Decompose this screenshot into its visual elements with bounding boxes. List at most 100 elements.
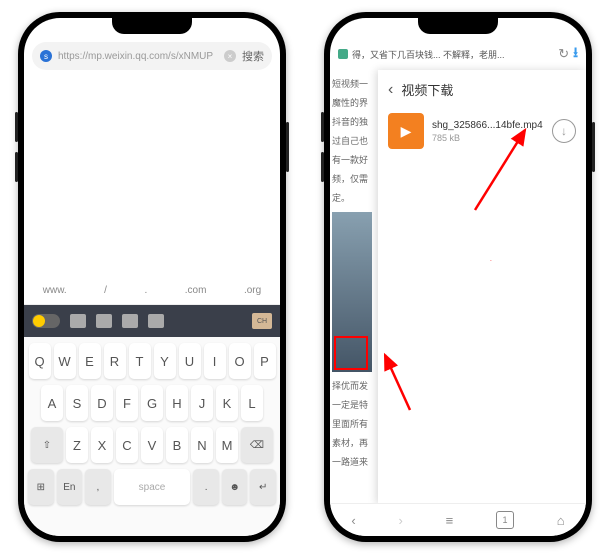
- article-line: 素材，再: [332, 435, 376, 451]
- url-text: https://mp.weixin.qq.com/s/xNMUP: [58, 51, 224, 62]
- key-m[interactable]: M: [216, 427, 238, 463]
- article-line: 有一款好: [332, 152, 376, 168]
- file-size: 785 kB: [432, 133, 544, 143]
- tool-icon[interactable]: [70, 314, 86, 328]
- article-line: 短视频一: [332, 76, 376, 92]
- sugg-item[interactable]: .com: [185, 285, 207, 296]
- key-w[interactable]: W: [54, 343, 76, 379]
- keyboard: www. / . .com .org CH QWERTYUIOP ASDFGHJ…: [24, 276, 280, 536]
- vol-down: [321, 152, 324, 182]
- refresh-icon[interactable]: ↻: [558, 46, 569, 62]
- keyboard-toolbar: CH: [24, 305, 280, 337]
- article-line: 一路道来: [332, 454, 376, 470]
- sugg-item[interactable]: www.: [43, 285, 67, 296]
- article-line: 魔性的界: [332, 95, 376, 111]
- key-d[interactable]: D: [91, 385, 113, 421]
- sugg-item[interactable]: .: [144, 285, 147, 296]
- key-j[interactable]: J: [191, 385, 213, 421]
- article-line: 定。: [332, 190, 376, 206]
- article-image: [332, 212, 372, 372]
- back-icon[interactable]: ‹: [388, 81, 393, 99]
- download-button[interactable]: ↓: [552, 119, 576, 143]
- notch: [112, 18, 192, 34]
- lang-badge[interactable]: CH: [252, 313, 272, 329]
- key-i[interactable]: I: [204, 343, 226, 379]
- key-k[interactable]: K: [216, 385, 238, 421]
- content-area: 短视频一魔性的界抖音的独过自己也有一款好频，仅需定。 择优而发一定是特里面所有素…: [330, 70, 586, 504]
- key-f[interactable]: F: [116, 385, 138, 421]
- key-p[interactable]: P: [254, 343, 276, 379]
- nav-back-icon[interactable]: ‹: [351, 513, 355, 528]
- shift-key[interactable]: ⇧: [31, 427, 63, 463]
- video-thumb-icon: ▶: [388, 113, 424, 149]
- nav-menu-icon[interactable]: ≡: [446, 513, 454, 528]
- download-icon[interactable]: ⭳: [573, 42, 578, 66]
- key-x[interactable]: X: [91, 427, 113, 463]
- period-key[interactable]: .: [193, 469, 219, 505]
- phone-left: s https://mp.weixin.qq.com/s/xNMUP × 搜索 …: [18, 12, 286, 542]
- power-button: [286, 122, 289, 172]
- enter-key[interactable]: ↵: [250, 469, 276, 505]
- panel-header: ‹ 视频下载: [388, 80, 576, 99]
- space-key[interactable]: space: [114, 469, 191, 505]
- key-y[interactable]: Y: [154, 343, 176, 379]
- download-panel: ‹ 视频下载 ▶ shg_325866...14bfe.mp4 785 kB ↓: [378, 70, 586, 504]
- key-e[interactable]: E: [79, 343, 101, 379]
- toggle-icon[interactable]: [32, 314, 60, 328]
- sugg-item[interactable]: /: [104, 285, 107, 296]
- key-o[interactable]: O: [229, 343, 251, 379]
- tab-bar: 得，又省下几百块钱... 不解释，老朋... ↻ ⭳: [338, 42, 578, 66]
- key-t[interactable]: T: [129, 343, 151, 379]
- vol-up: [15, 112, 18, 142]
- key-c[interactable]: C: [116, 427, 138, 463]
- article-line: 频，仅需: [332, 171, 376, 187]
- backspace-key[interactable]: ⌫: [241, 427, 273, 463]
- tool-icon[interactable]: [96, 314, 112, 328]
- key-h[interactable]: H: [166, 385, 188, 421]
- key-s[interactable]: S: [66, 385, 88, 421]
- article-preview: 短视频一魔性的界抖音的独过自己也有一款好频，仅需定。 择优而发一定是特里面所有素…: [330, 70, 378, 504]
- file-info: shg_325866...14bfe.mp4 785 kB: [432, 120, 544, 143]
- key-g[interactable]: G: [141, 385, 163, 421]
- nav-fwd-icon[interactable]: ›: [398, 513, 402, 528]
- sugg-item[interactable]: .org: [244, 285, 261, 296]
- key-v[interactable]: V: [141, 427, 163, 463]
- bottom-nav: ‹ › ≡ 1 ⌂: [330, 503, 586, 536]
- key-u[interactable]: U: [179, 343, 201, 379]
- lang-key[interactable]: En: [57, 469, 83, 505]
- ssl-icon: s: [40, 50, 52, 62]
- panel-title: 视频下载: [401, 80, 453, 99]
- nav-tabs-icon[interactable]: 1: [496, 511, 514, 529]
- nav-home-icon[interactable]: ⌂: [557, 513, 565, 528]
- emoji-key[interactable]: ☻: [222, 469, 248, 505]
- key-q[interactable]: Q: [29, 343, 51, 379]
- phone-right: 得，又省下几百块钱... 不解释，老朋... ↻ ⭳ 短视频一魔性的界抖音的独过…: [324, 12, 592, 542]
- article-line: 择优而发: [332, 378, 376, 394]
- article-line: 抖音的独: [332, 114, 376, 130]
- key-z[interactable]: Z: [66, 427, 88, 463]
- notch: [418, 18, 498, 34]
- clear-icon[interactable]: ×: [224, 50, 236, 62]
- symbol-key[interactable]: ⊞: [28, 469, 54, 505]
- key-b[interactable]: B: [166, 427, 188, 463]
- vol-down: [15, 152, 18, 182]
- file-row[interactable]: ▶ shg_325866...14bfe.mp4 785 kB ↓: [388, 113, 576, 149]
- key-r[interactable]: R: [104, 343, 126, 379]
- key-l[interactable]: L: [241, 385, 263, 421]
- address-bar[interactable]: s https://mp.weixin.qq.com/s/xNMUP × 搜索: [32, 42, 272, 70]
- file-name: shg_325866...14bfe.mp4: [432, 120, 544, 131]
- comma-key[interactable]: ,: [85, 469, 111, 505]
- key-a[interactable]: A: [41, 385, 63, 421]
- tab-title: 得，又省下几百块钱... 不解释，老朋...: [352, 48, 554, 61]
- article-line: 过自己也: [332, 133, 376, 149]
- key-grid: QWERTYUIOP ASDFGHJKL ⇧ZXCVBNM⌫ ⊞ En , sp…: [24, 337, 280, 517]
- highlight-box: [334, 336, 368, 370]
- vol-up: [321, 112, 324, 142]
- lock-icon: [338, 49, 348, 59]
- tool-icon[interactable]: [148, 314, 164, 328]
- article-line: 里面所有: [332, 416, 376, 432]
- key-n[interactable]: N: [191, 427, 213, 463]
- screen-right: 得，又省下几百块钱... 不解释，老朋... ↻ ⭳ 短视频一魔性的界抖音的独过…: [330, 18, 586, 536]
- tool-icon[interactable]: [122, 314, 138, 328]
- search-button[interactable]: 搜索: [242, 48, 264, 64]
